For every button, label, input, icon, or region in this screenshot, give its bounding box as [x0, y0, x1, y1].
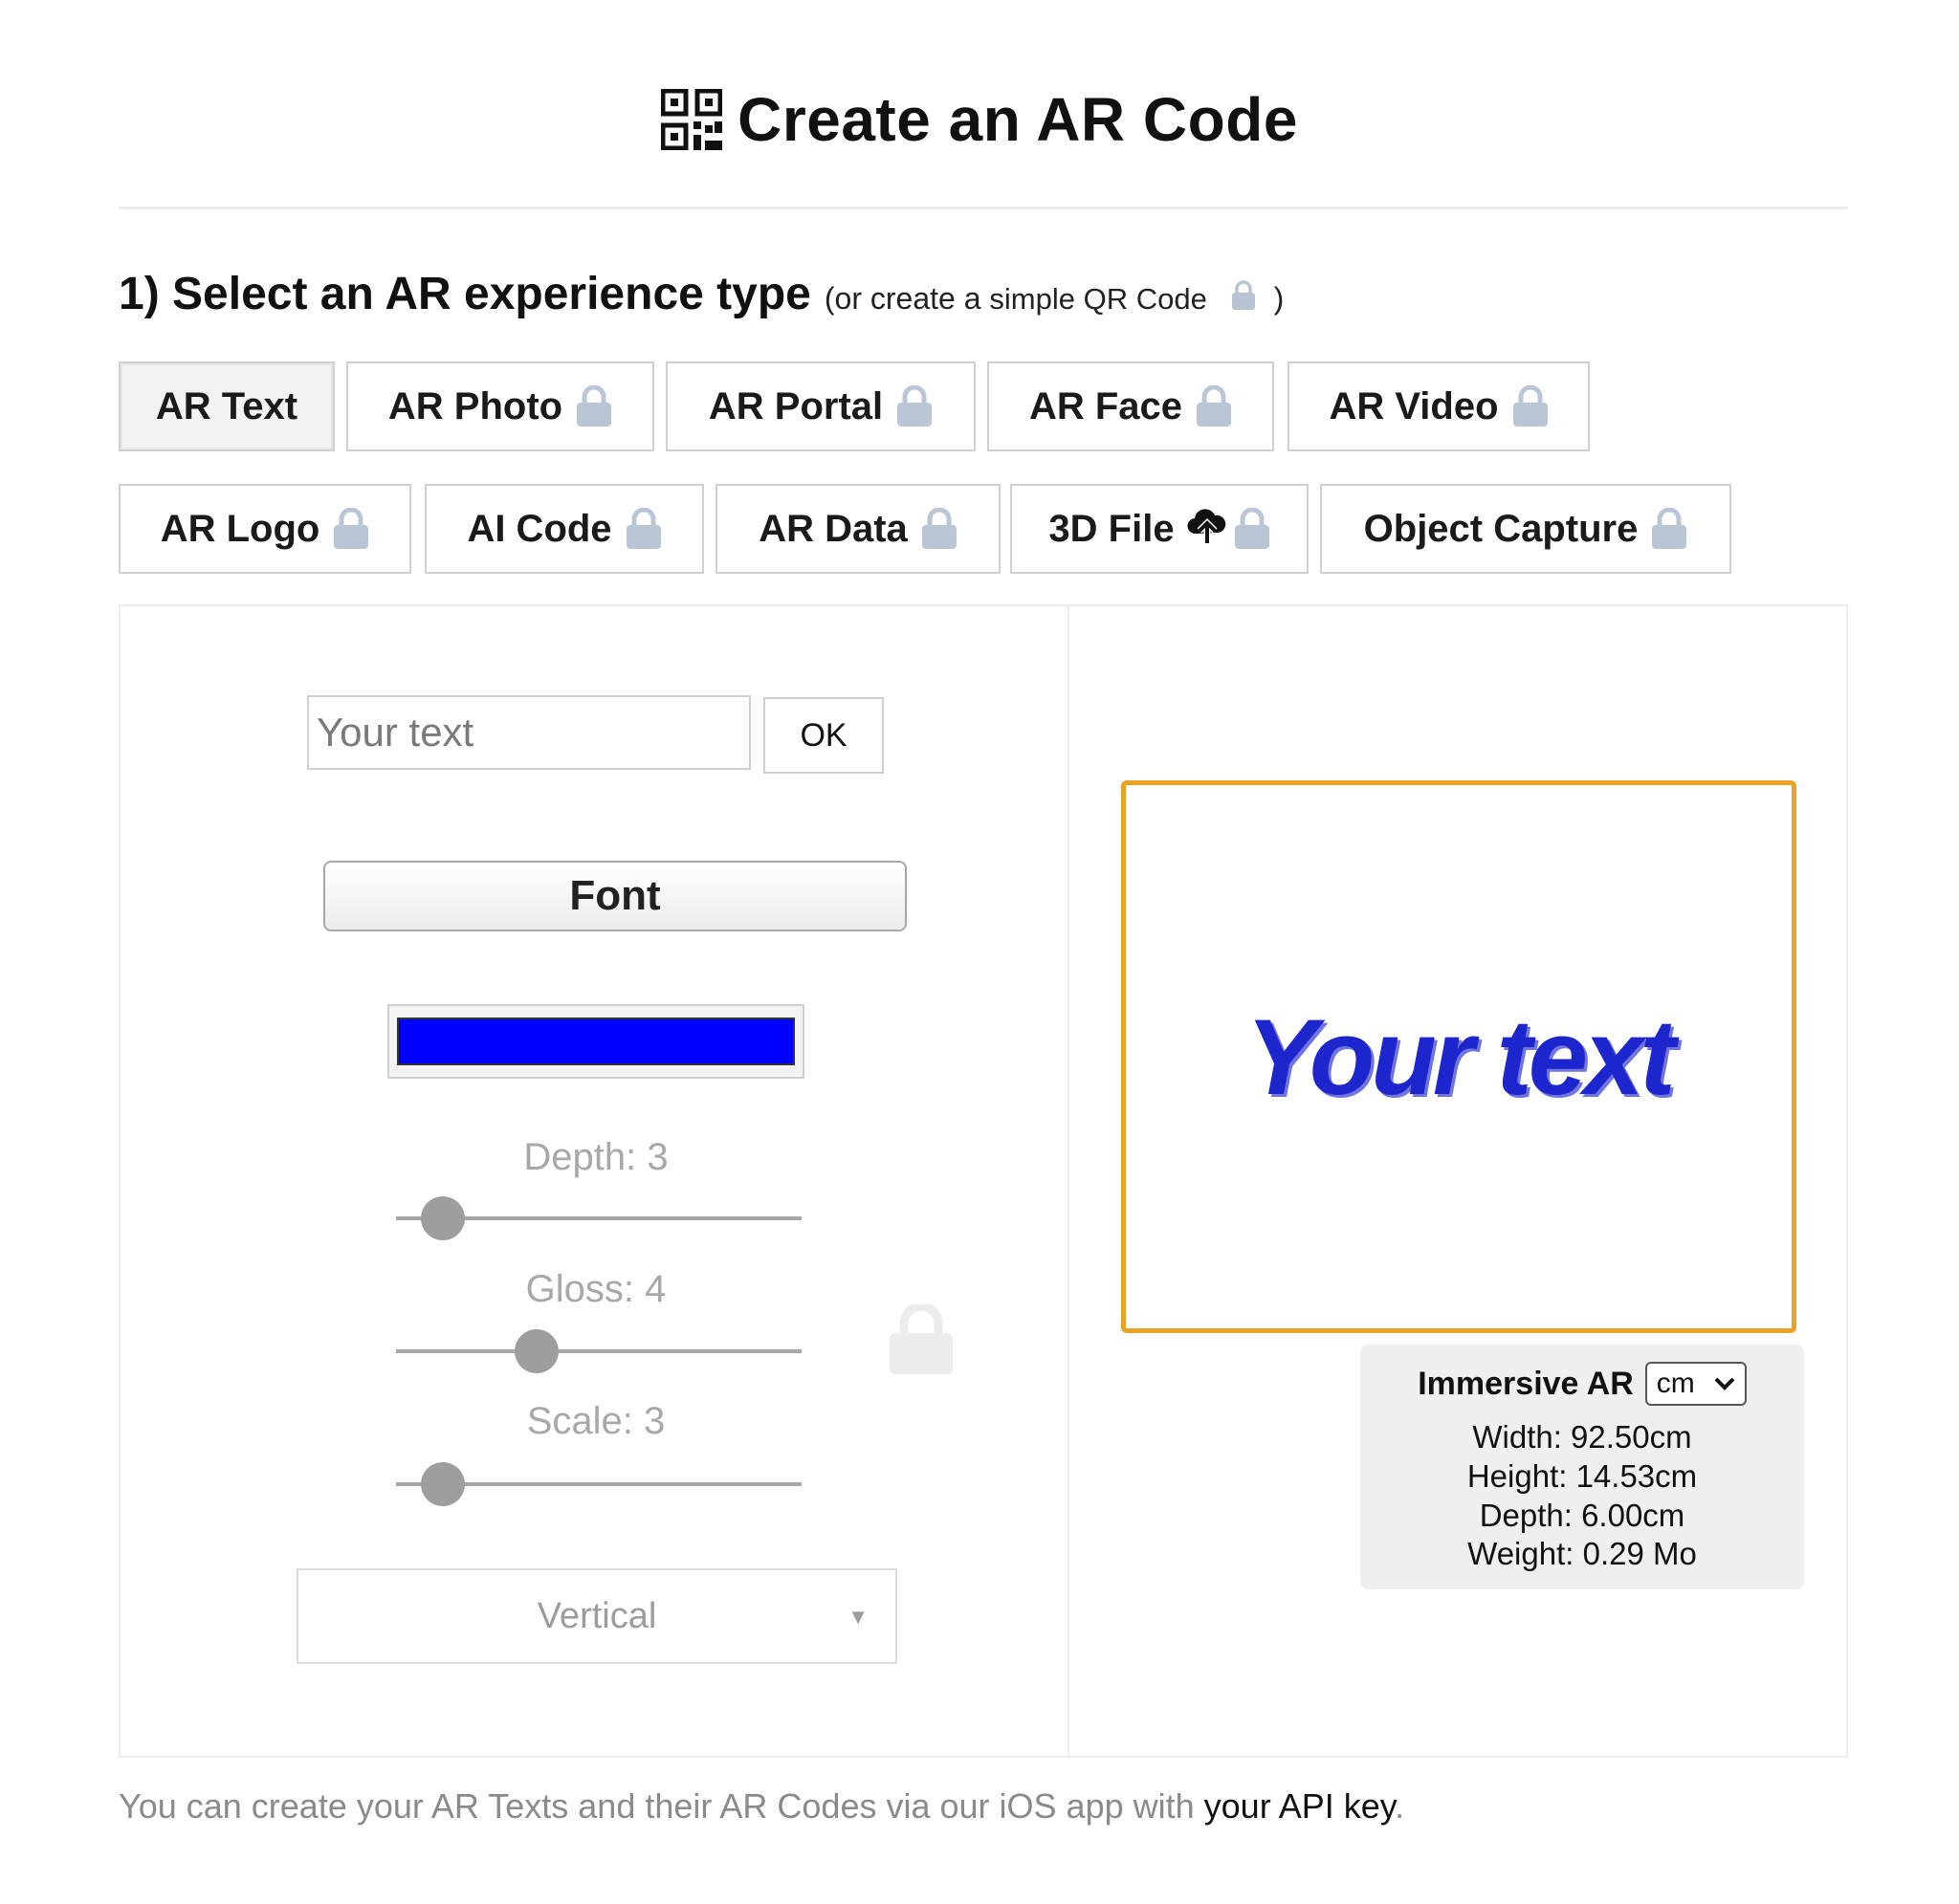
aside-prefix: (or create a [824, 281, 981, 316]
tab-label: AR Logo [160, 507, 320, 550]
footer-end: . [1395, 1786, 1405, 1826]
gloss-slider-thumb[interactable] [515, 1329, 559, 1373]
section-aside: (or create a simple QR Code ) [825, 280, 1284, 318]
scale-slider-thumb[interactable] [421, 1462, 465, 1506]
section-title: 1) Select an AR experience type (or crea… [119, 268, 1284, 325]
tab-ar-logo[interactable]: AR Logo [119, 484, 411, 574]
section-heading: 1) Select an AR experience type [119, 269, 811, 319]
tab-label: 3D File [1048, 507, 1175, 550]
tab-label: Object Capture [1363, 507, 1639, 550]
info-depth: Depth: 6.00cm [1479, 1498, 1685, 1533]
page-title: Create an AR Code [737, 85, 1298, 154]
page-header: Create an AR Code [0, 77, 1959, 163]
lock-icon [888, 1302, 955, 1380]
depth-label: Depth: 3 [523, 1136, 669, 1178]
tab-label: AR Photo [387, 384, 563, 427]
tab-label: AR Video [1329, 384, 1499, 427]
footer-text: You can create your AR Texts and their A… [119, 1786, 1195, 1826]
ar-preview: Your text [1121, 780, 1796, 1333]
font-button[interactable]: Font [323, 861, 907, 931]
tab-ai-code[interactable]: AI Code [425, 484, 704, 574]
tab-object-capture[interactable]: Object Capture [1320, 484, 1731, 574]
info-title: Immersive AR [1418, 1365, 1634, 1402]
tab-label: AI Code [467, 507, 612, 550]
info-width: Width: 92.50cm [1472, 1419, 1692, 1455]
gloss-label: Gloss: 4 [525, 1268, 667, 1310]
qr-code-icon [661, 89, 723, 150]
lock-icon [1196, 385, 1232, 427]
lock-icon [1651, 508, 1687, 550]
info-height: Height: 14.53cm [1466, 1458, 1698, 1494]
scale-label: Scale: 3 [526, 1400, 666, 1442]
orientation-value: Vertical [537, 1595, 657, 1636]
orientation-select[interactable]: Vertical ▼ [297, 1568, 897, 1664]
tab-ar-text[interactable]: AR Text [119, 361, 335, 451]
ar-text-input[interactable] [307, 695, 751, 770]
cloud-upload-icon [1186, 503, 1228, 555]
tab-ar-portal[interactable]: AR Portal [666, 361, 976, 451]
lock-icon [576, 385, 612, 427]
api-key-link[interactable]: your API key [1204, 1786, 1395, 1826]
lock-icon [1231, 280, 1256, 318]
tab-ar-photo[interactable]: AR Photo [346, 361, 654, 451]
footer-note: You can create your AR Texts and their A… [119, 1786, 1404, 1827]
lock-icon [1512, 385, 1549, 427]
depth-slider-thumb[interactable] [421, 1196, 465, 1240]
unit-value: cm [1656, 1368, 1695, 1399]
chevron-down-icon [1714, 1377, 1735, 1390]
gloss-slider-track[interactable] [396, 1349, 802, 1353]
color-picker[interactable] [387, 1004, 804, 1079]
info-weight: Weight: 0.29 Mo [1467, 1536, 1697, 1571]
panel-divider [1068, 606, 1069, 1756]
tab-ar-face[interactable]: AR Face [987, 361, 1274, 451]
dropdown-arrow-icon: ▼ [847, 1605, 869, 1629]
header-divider [119, 207, 1848, 209]
tab-label: AR Portal [708, 384, 884, 427]
simple-qr-code-link[interactable]: simple QR Code [989, 282, 1206, 316]
tab-label: AR Face [1028, 384, 1183, 427]
lock-icon [1234, 508, 1270, 550]
ok-button[interactable]: OK [763, 697, 884, 774]
tab-ar-video[interactable]: AR Video [1288, 361, 1590, 451]
dimensions-info: Immersive AR cm Width: 92.50cm Height: 1… [1360, 1345, 1804, 1589]
info-header: Immersive AR cm [1360, 1362, 1804, 1406]
tab-3d-file[interactable]: 3D File [1010, 484, 1309, 574]
lock-icon [896, 385, 933, 427]
aside-suffix: ) [1273, 281, 1285, 316]
unit-select[interactable]: cm [1644, 1362, 1747, 1406]
lock-icon [921, 508, 957, 550]
preview-text: Your text [1245, 997, 1675, 1117]
tab-label: AR Data [759, 507, 908, 550]
color-swatch [397, 1018, 795, 1065]
lock-icon [626, 508, 662, 550]
tab-label: AR Text [155, 384, 298, 427]
lock-icon [333, 508, 369, 550]
tab-ar-data[interactable]: AR Data [715, 484, 1001, 574]
